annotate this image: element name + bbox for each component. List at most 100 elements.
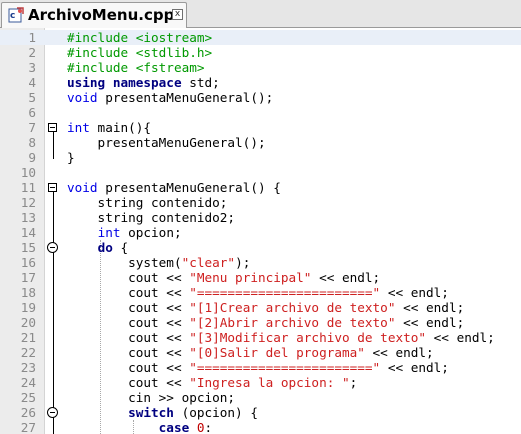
code-token: << endl; [395,300,465,315]
line-number: 24 [20,375,36,390]
line-number: 26 [20,405,36,420]
line-number: 10 [20,165,36,180]
code-token: cout << [67,285,190,300]
line-number: 16 [20,255,36,270]
code-token: "[3]Modificar archivo de texto" [189,330,427,345]
code-line[interactable]: 10 [0,165,521,180]
code-text: int main(){ [67,120,151,135]
code-text: cout << "[3]Modificar archivo de texto" … [67,330,495,345]
code-line[interactable]: 26 switch (opcion) { [0,405,521,420]
editor-tab-bar: c ArchivoMenu.cpp x [0,0,521,28]
code-token: << endl; [364,345,434,360]
code-line[interactable]: 24 cout << "Ingresa la opcion: "; [0,375,521,390]
code-text: #include <stdlib.h> [67,45,212,60]
code-token: "Ingresa la opcion: " [189,375,350,390]
code-text: cin >> opcion; [67,390,235,405]
code-line[interactable]: 8 presentaMenuGeneral(); [0,135,521,150]
code-text: presentaMenuGeneral(); [67,135,266,150]
code-line[interactable]: 2 #include <stdlib.h> [0,45,521,60]
line-number: 8 [28,135,36,150]
code-token: switch [128,405,174,420]
code-line[interactable]: 9} [0,150,521,165]
code-line[interactable]: 14 int opcion; [0,225,521,240]
code-line[interactable]: 4 using namespace std; [0,75,521,90]
code-token: << endl; [380,285,449,300]
code-token: string contenido2; [67,210,236,225]
code-line[interactable]: 13 string contenido2; [0,210,521,225]
close-icon[interactable]: x [172,9,183,20]
line-number: 15 [20,240,36,255]
code-token: } [67,150,75,165]
code-text: cout << "[0]Salir del programa" << endl; [67,345,434,360]
code-line[interactable]: 16 system("clear"); [0,255,521,270]
code-token: do [97,240,113,255]
code-text: int opcion; [67,225,182,240]
code-text: void presentaMenuGeneral() { [67,180,281,195]
code-token: void [67,90,98,105]
code-text: do { [67,240,129,255]
line-number: 13 [20,210,36,225]
line-number: 19 [20,300,36,315]
code-token: 0 [196,420,205,434]
code-token: cout << [67,375,190,390]
code-token: system( [67,255,182,270]
code-line[interactable]: 25 cin >> opcion; [0,390,521,405]
code-token: int [97,225,121,240]
code-token: int [67,120,90,135]
code-line[interactable]: 27 case 0: [0,420,521,434]
code-token: case [158,420,190,434]
code-line[interactable]: 3 #include <fstream> [0,60,521,75]
code-text: #include <iostream> [67,30,212,45]
code-line[interactable]: 15 do { [0,240,521,255]
tab-archivomenu-cpp[interactable]: c ArchivoMenu.cpp x [1,2,187,28]
code-token: cout << [67,315,190,330]
line-number: 4 [28,75,36,90]
code-token: { [112,240,129,255]
code-line[interactable]: 5 void presentaMenuGeneral(); [0,90,521,105]
code-line[interactable]: 23 cout << "=======================" << … [0,360,521,375]
code-text: } [67,150,75,165]
code-token: presentaMenuGeneral(); [97,90,274,105]
line-number: 11 [20,180,36,195]
cpp-file-icon: c [8,7,24,23]
tab-title: ArchivoMenu.cpp [28,6,175,24]
code-text: cout << "[1]Crear archivo de texto" << e… [67,300,464,315]
code-line[interactable]: 17 cout << "Menu principal" << endl; [0,270,521,285]
code-text: string contenido; [67,195,228,210]
code-token: presentaMenuGeneral(); [67,135,266,150]
code-text: string contenido2; [67,210,236,225]
code-text: cout << "=======================" << end… [67,285,449,300]
code-line[interactable]: 22 cout << "[0]Salir del programa" << en… [0,345,521,360]
code-line[interactable]: 1 #include <iostream> [0,30,521,45]
code-editor[interactable]: 1 #include <iostream> 2 #include <stdlib.h>… [0,28,521,434]
line-number: 21 [20,330,36,345]
code-line[interactable]: 21 cout << "[3]Modificar archivo de text… [0,330,521,345]
code-token: << endl; [426,330,495,345]
code-token: string contenido; [67,195,228,210]
code-token: cout << [67,270,190,285]
code-token: "[2]Abrir archivo de texto" [189,315,396,330]
code-token: void [67,180,98,195]
code-line[interactable]: 18 cout << "=======================" << … [0,285,521,300]
code-text: cout << "[2]Abrir archivo de texto" << e… [67,315,464,330]
code-text: void presentaMenuGeneral(); [67,90,273,105]
code-line[interactable]: 20 cout << "[2]Abrir archivo de texto" <… [0,315,521,330]
code-token: presentaMenuGeneral() { [97,180,281,195]
code-token: "=======================" [189,285,381,300]
line-number: 14 [20,225,36,240]
code-token: #include <fstream> [67,60,205,75]
code-token: cout << [67,300,190,315]
code-line[interactable]: 19 cout << "[1]Crear archivo de texto" <… [0,300,521,315]
code-line[interactable]: 7 int main(){ [0,120,521,135]
code-token: cout << [67,330,190,345]
code-text: cout << "Ingresa la opcion: "; [67,375,357,390]
code-line[interactable]: 12 string contenido; [0,195,521,210]
code-token: cin >> opcion; [67,390,236,405]
code-line[interactable]: 11 void presentaMenuGeneral() { [0,180,521,195]
code-line[interactable]: 6 [0,105,521,120]
line-number: 20 [20,315,36,330]
code-token: ); [235,255,251,270]
